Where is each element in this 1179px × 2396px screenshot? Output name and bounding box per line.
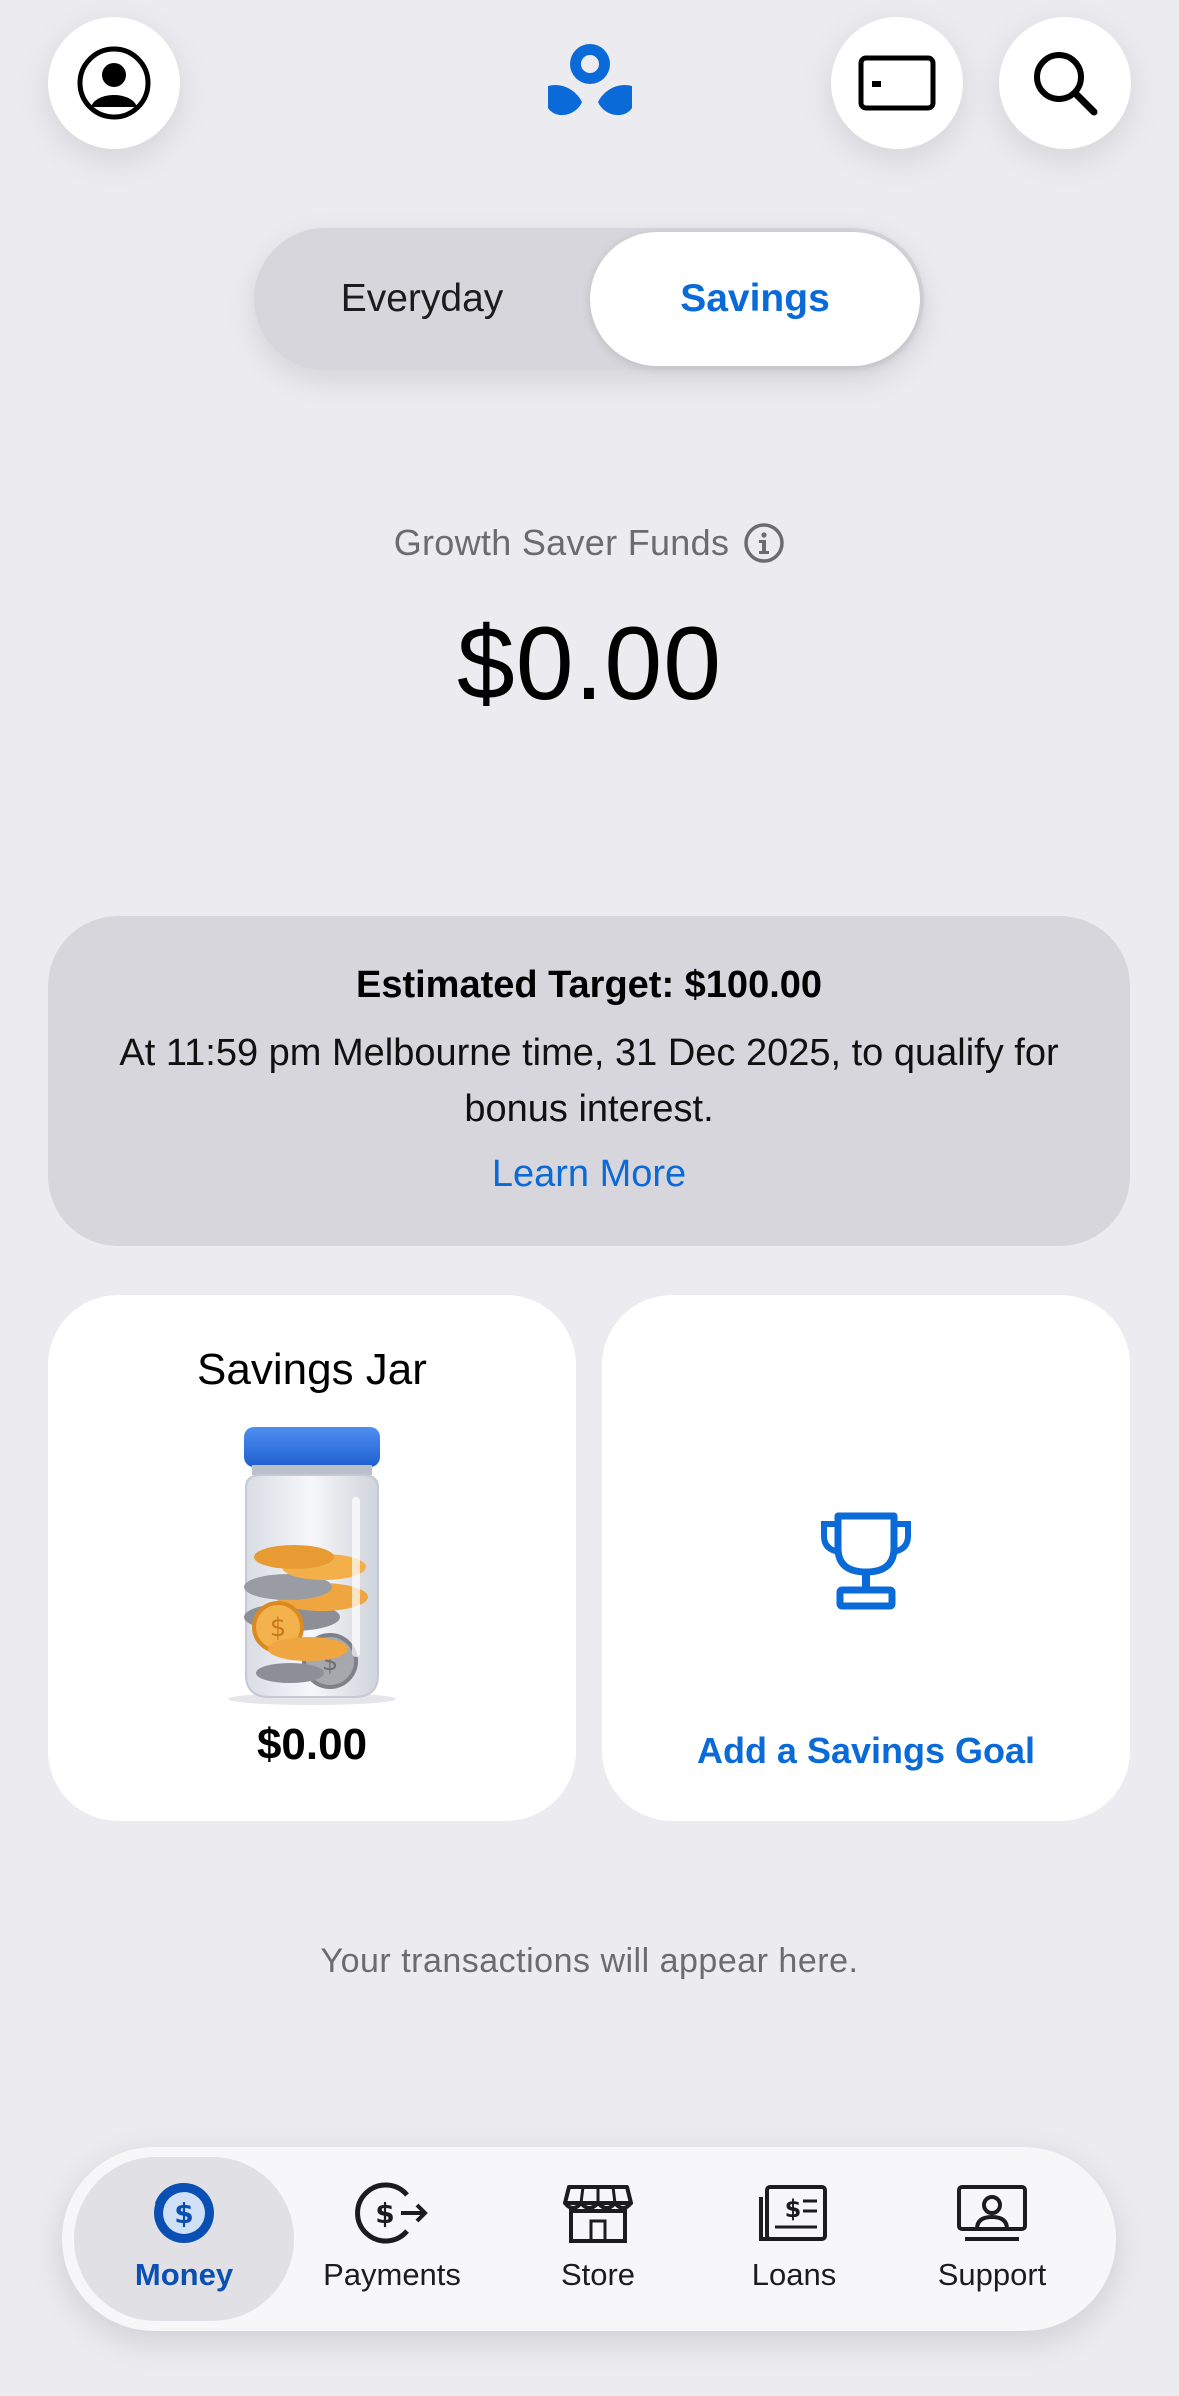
funds-label-row: Growth Saver Funds: [0, 522, 1179, 564]
learn-more-link[interactable]: Learn More: [48, 1153, 1130, 1196]
dollar-circle-icon: $: [154, 2182, 214, 2243]
svg-text:$: $: [174, 2197, 193, 2230]
tab-store-label: Store: [560, 2257, 636, 2292]
target-title: Estimated Target: $100.00: [355, 964, 823, 1006]
target-description: At 11:59 pm Melbourne time, 31 Dec 2025,…: [119, 1032, 1059, 1130]
trophy-icon: [821, 1512, 911, 1610]
tab-loans[interactable]: $ Loans: [694, 2157, 894, 2321]
savings-jar-amount: $0.00: [256, 1720, 368, 1769]
tab-payments[interactable]: $ Payments: [292, 2157, 492, 2321]
card-button[interactable]: [831, 17, 963, 149]
svg-text:$: $: [270, 1613, 287, 1643]
svg-text:$: $: [785, 2195, 802, 2223]
funds-label: Growth Saver Funds: [393, 522, 730, 563]
savings-jar-title: Savings Jar: [197, 1345, 427, 1394]
add-savings-goal-label: Add a Savings Goal: [696, 1730, 1036, 1771]
payments-icon: $: [355, 2182, 428, 2244]
svg-text:$: $: [375, 2197, 394, 2230]
tab-store[interactable]: Store: [498, 2157, 698, 2321]
savings-screen: Everyday Savings Growth Saver Funds $0.0…: [0, 0, 1179, 2396]
account-type-segmented-control: Everyday Savings: [254, 228, 924, 370]
tab-money-label: Money: [134, 2257, 234, 2292]
tab-support[interactable]: Support: [892, 2157, 1092, 2321]
tab-loans-label: Loans: [751, 2257, 837, 2292]
estimated-target-card: Estimated Target: $100.00 At 11:59 pm Me…: [48, 916, 1130, 1246]
tab-money[interactable]: $ Money: [74, 2157, 294, 2321]
loans-icon: $: [759, 2185, 827, 2241]
segment-savings[interactable]: Savings: [590, 232, 920, 366]
tab-payments-label: Payments: [323, 2257, 461, 2292]
bottom-tab-bar: $ Money $ Payments Store $ Loans Support: [62, 2147, 1116, 2331]
profile-button[interactable]: [48, 17, 180, 149]
card-icon: [858, 55, 936, 111]
person-circle-icon: [77, 46, 151, 120]
segment-everyday[interactable]: Everyday: [254, 228, 590, 370]
transactions-empty-state: Your transactions will appear here.: [320, 1942, 859, 1980]
ubank-logo-icon: [548, 44, 632, 116]
coin-jar-icon: $ $: [228, 1427, 396, 1705]
support-icon: [957, 2185, 1027, 2241]
add-savings-goal-tile[interactable]: Add a Savings Goal: [602, 1295, 1130, 1821]
info-icon[interactable]: [743, 522, 785, 564]
savings-jar-tile[interactable]: Savings Jar $ $ $0.00: [48, 1295, 576, 1821]
tab-support-label: Support: [937, 2257, 1047, 2292]
search-button[interactable]: [999, 17, 1131, 149]
search-icon: [1034, 52, 1098, 116]
funds-amount: $0.00: [456, 606, 723, 722]
store-icon: [563, 2185, 633, 2243]
